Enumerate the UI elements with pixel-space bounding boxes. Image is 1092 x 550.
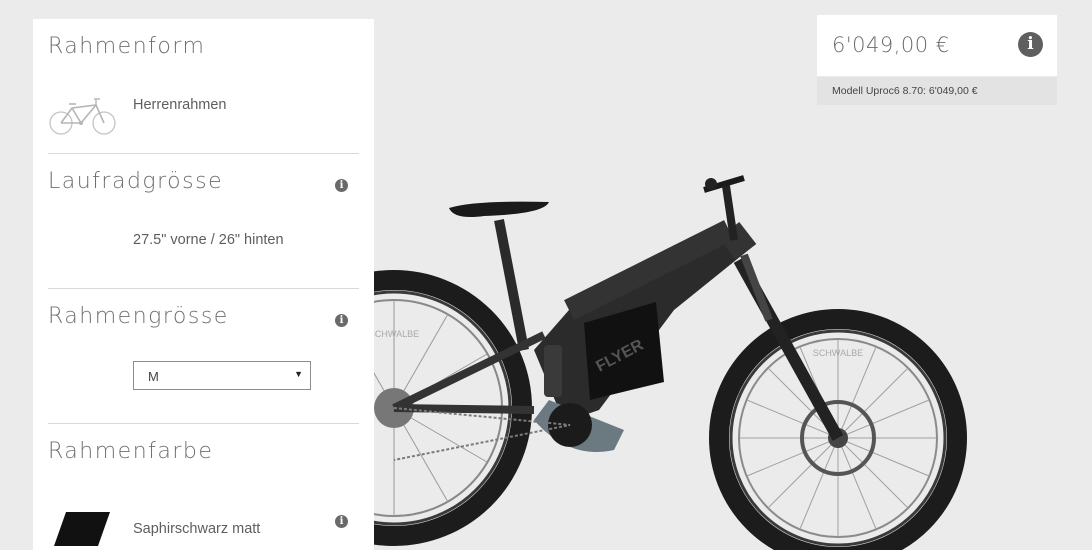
model-price-box: Modell Uproc6 8.70: 6'049,00 € xyxy=(817,77,1057,105)
frame-size-select[interactable]: M ▼ xyxy=(133,361,311,390)
frame-color-section: Rahmenfarbe Saphirschwarz matt i xyxy=(48,439,359,550)
frame-size-info-icon[interactable]: i xyxy=(335,314,348,327)
saddle xyxy=(449,201,549,217)
caret-down-icon: ▼ xyxy=(294,369,303,379)
divider xyxy=(48,288,359,289)
bike-product-image: SCHWALBE SCHWALBE FLYER xyxy=(374,175,967,550)
frame-color-title: Rahmenfarbe xyxy=(48,439,214,464)
frame-shape-value[interactable]: Herrenrahmen xyxy=(133,97,227,113)
frame-color-value: Saphirschwarz matt xyxy=(133,521,261,537)
wheel-size-title: Laufradgrösse xyxy=(48,169,224,194)
front-tire-brand-label: SCHWALBE xyxy=(813,348,863,358)
frame-size-section: Rahmengrösse i M ▼ xyxy=(48,304,359,424)
rear-tire-brand-label: SCHWALBE xyxy=(374,329,419,339)
frame-size-title: Rahmengrösse xyxy=(48,304,229,329)
model-price-line: Modell Uproc6 8.70: 6'049,00 € xyxy=(832,85,978,97)
divider xyxy=(48,423,359,424)
frame-size-selected-value: M xyxy=(148,369,159,384)
price-info-icon[interactable]: i xyxy=(1018,32,1043,57)
frame-shape-title: Rahmenform xyxy=(48,34,206,59)
price-box: 6'049,00 € i xyxy=(817,15,1057,76)
frame-color-info-icon[interactable]: i xyxy=(335,515,348,528)
mens-frame-bike-icon[interactable] xyxy=(48,96,120,136)
total-price: 6'049,00 € xyxy=(832,33,950,57)
config-panel: Rahmenform Herrenrahmen Laufradgrösse i … xyxy=(33,19,374,550)
frame-color-swatch[interactable] xyxy=(54,512,110,546)
wheel-size-value: 27.5" vorne / 26" hinten xyxy=(133,232,284,248)
wheel-size-info-icon[interactable]: i xyxy=(335,179,348,192)
bike-frame: FLYER xyxy=(392,219,757,452)
frame-shape-section: Rahmenform Herrenrahmen xyxy=(48,34,359,154)
divider xyxy=(48,153,359,154)
wheel-size-section: Laufradgrösse i 27.5" vorne / 26" hinten xyxy=(48,169,359,289)
